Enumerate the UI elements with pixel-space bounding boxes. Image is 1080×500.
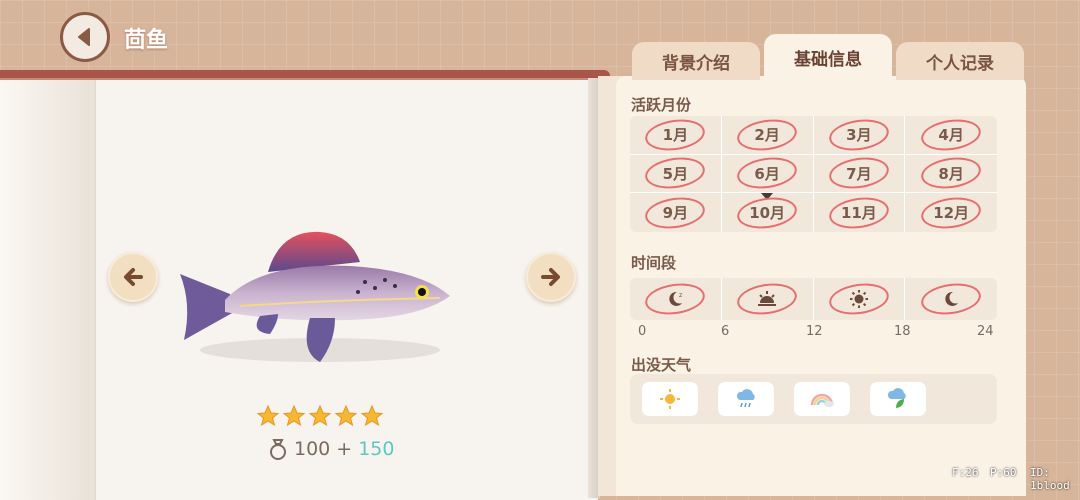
weather-label: 出没天气	[631, 356, 692, 374]
hud-id: ID: 1blood	[1030, 466, 1070, 492]
fish-illustration	[180, 231, 450, 362]
weather-chip	[642, 382, 698, 416]
month-cell: 6月	[721, 154, 814, 194]
leaf-rain-icon	[887, 388, 906, 408]
rain-icon	[736, 389, 755, 408]
tab-basic-info[interactable]: 基础信息	[764, 34, 892, 80]
weather-row	[630, 374, 997, 424]
next-fish-button[interactable]	[526, 252, 576, 302]
time-tick: 6	[721, 324, 730, 339]
hud-fps: F:26	[952, 466, 979, 479]
sunny-icon	[660, 389, 680, 409]
month-cell-current: 10月	[722, 193, 814, 232]
month-cell: 2月	[721, 115, 814, 155]
weather-chip	[794, 382, 850, 416]
time-slot	[814, 278, 906, 320]
weather-chip	[870, 382, 926, 416]
prev-fish-button[interactable]	[108, 252, 158, 302]
time-period-label: 时间段	[631, 254, 677, 272]
back-button[interactable]	[60, 12, 110, 62]
price-plus: +	[336, 438, 353, 460]
price-bonus: 150	[358, 438, 395, 460]
time-period-row: z	[630, 278, 997, 320]
hud-ping: P:60	[990, 466, 1017, 479]
month-cell: 7月	[813, 154, 906, 194]
price-base: 100	[294, 438, 331, 460]
month-cell: 8月	[905, 154, 997, 194]
money-bag-icon	[270, 439, 286, 460]
star-icon	[334, 404, 358, 427]
month-cell: 1月	[630, 115, 722, 155]
time-tick: 24	[977, 324, 994, 339]
month-cell: 5月	[630, 154, 722, 194]
time-slot: z	[630, 278, 722, 320]
arrow-left-icon	[124, 268, 143, 286]
month-cell: 12月	[905, 193, 997, 232]
month-cell: 3月	[813, 115, 906, 155]
month-grid: 1月 2月 3月 4月 5月 6月 7月 8月 9月 10月 11月 12月	[630, 115, 997, 232]
time-slot	[722, 278, 814, 320]
active-months-label: 活跃月份	[631, 96, 692, 114]
month-cell: 4月	[905, 115, 997, 155]
time-tick: 0	[638, 324, 647, 339]
time-tick: 12	[806, 324, 823, 339]
rainbow-icon	[810, 393, 834, 407]
back-arrow-icon	[78, 28, 90, 46]
arrow-right-icon	[541, 268, 560, 286]
month-cell: 11月	[814, 193, 906, 232]
tab-personal-record[interactable]: 个人记录	[896, 42, 1024, 80]
star-icon	[360, 404, 384, 427]
tab-background[interactable]: 背景介绍	[632, 42, 760, 80]
weather-chip	[718, 382, 774, 416]
star-icon	[308, 404, 332, 427]
sell-price: 100 + 150	[268, 438, 394, 460]
rating-stars	[256, 404, 384, 428]
star-icon	[282, 404, 306, 427]
time-slot	[905, 278, 997, 320]
time-tick: 18	[894, 324, 911, 339]
month-cell: 9月	[630, 193, 722, 232]
star-icon	[256, 404, 280, 427]
page-title: 茴鱼	[124, 28, 169, 53]
